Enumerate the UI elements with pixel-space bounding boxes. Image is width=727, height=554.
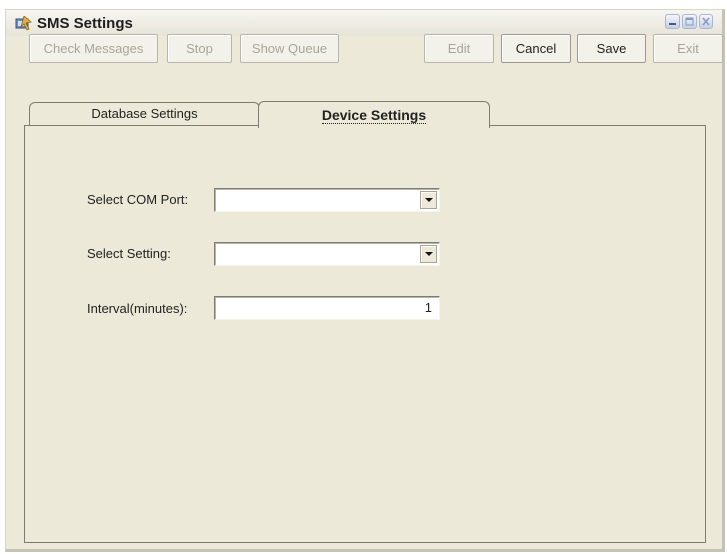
com-port-label: Select COM Port: <box>87 192 189 207</box>
com-port-dropdown-button[interactable] <box>420 191 437 209</box>
tab-label: Device Settings <box>321 107 427 124</box>
check-messages-button[interactable]: Check Messages <box>29 34 158 63</box>
tab-device-settings[interactable]: Device Settings <box>258 101 490 128</box>
minimize-button[interactable] <box>665 14 680 29</box>
edit-button[interactable]: Edit <box>424 34 494 63</box>
show-queue-button[interactable]: Show Queue <box>240 34 339 63</box>
maximize-icon <box>685 17 694 26</box>
title-bar[interactable]: SMS Settings <box>6 10 722 36</box>
device-settings-panel: Select COM Port: Select Setting: Interva… <box>24 125 706 543</box>
interval-input[interactable]: 1 <box>214 296 440 320</box>
interval-label: Interval(minutes): <box>87 301 188 316</box>
close-button[interactable] <box>699 14 713 29</box>
tab-database-settings[interactable]: Database Settings <box>29 102 260 126</box>
interval-value: 1 <box>424 300 432 315</box>
maximize-button[interactable] <box>682 14 697 29</box>
setting-label: Select Setting: <box>87 246 171 261</box>
tab-label: Database Settings <box>91 106 198 121</box>
cancel-button[interactable]: Cancel <box>501 34 571 63</box>
setting-dropdown-button[interactable] <box>420 245 437 263</box>
dropdown-arrow-icon <box>425 252 433 256</box>
com-port-select[interactable] <box>214 188 440 212</box>
minimize-icon <box>669 23 676 25</box>
dropdown-arrow-icon <box>425 198 433 202</box>
sms-settings-icon <box>15 16 32 31</box>
stop-button[interactable]: Stop <box>167 34 232 63</box>
save-button[interactable]: Save <box>577 34 646 63</box>
setting-select[interactable] <box>214 242 440 266</box>
window-title: SMS Settings <box>37 15 133 32</box>
close-icon <box>702 17 710 26</box>
exit-button[interactable]: Exit <box>653 34 723 63</box>
